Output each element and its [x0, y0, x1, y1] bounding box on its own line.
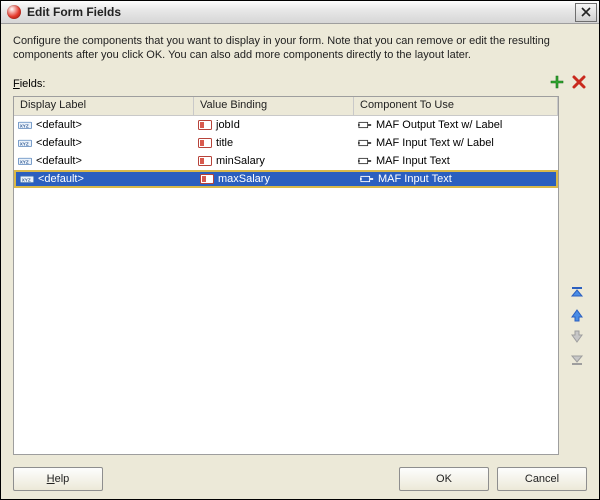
component-icon	[360, 173, 374, 185]
col-display-label[interactable]: Display Label	[14, 97, 194, 115]
svg-text:XYZ: XYZ	[22, 177, 31, 182]
value-binding-text: title	[216, 137, 233, 149]
display-label-text: <default>	[36, 155, 82, 167]
arrow-bottom-icon	[570, 352, 584, 366]
cell-value-binding: jobId	[194, 119, 354, 131]
value-binding-text: jobId	[216, 119, 240, 131]
svg-text:XYZ: XYZ	[20, 123, 29, 128]
cell-display-label: XYZ <default>	[14, 137, 194, 149]
arrow-top-icon	[570, 286, 584, 300]
cell-component: MAF Input Text w/ Label	[354, 137, 558, 149]
plus-icon	[549, 74, 565, 90]
svg-text:XYZ: XYZ	[20, 159, 29, 164]
reorder-toolbar	[567, 96, 587, 455]
component-text: MAF Input Text	[376, 155, 450, 167]
col-value-binding[interactable]: Value Binding	[194, 97, 354, 115]
binding-icon	[198, 155, 212, 167]
text-field-icon: XYZ	[18, 137, 32, 149]
value-binding-text: minSalary	[216, 155, 265, 167]
cell-value-binding: minSalary	[194, 155, 354, 167]
display-label-text: <default>	[38, 173, 84, 185]
add-field-button[interactable]	[549, 74, 565, 90]
col-component[interactable]: Component To Use	[354, 97, 558, 115]
fields-header-row: Fields:	[13, 74, 587, 90]
cell-value-binding: maxSalary	[196, 173, 356, 185]
arrow-up-icon	[570, 308, 584, 322]
value-binding-text: maxSalary	[218, 173, 270, 185]
dialog-window: Edit Form Fields Configure the component…	[0, 0, 600, 500]
table-body: XYZ <default> jobId MAF Output Text w/ Labe…	[14, 116, 558, 454]
x-icon	[571, 74, 587, 90]
cell-display-label: XYZ <default>	[16, 173, 196, 185]
component-icon	[358, 119, 372, 131]
table-row[interactable]: XYZ <default> minSalary MAF Input Text	[14, 152, 558, 170]
arrow-down-icon	[570, 330, 584, 344]
cell-component: MAF Output Text w/ Label	[354, 119, 558, 131]
binding-icon	[198, 137, 212, 149]
fields-label: Fields:	[13, 78, 45, 90]
table-area: Display Label Value Binding Component To…	[13, 96, 587, 455]
right-buttons: OK Cancel	[399, 467, 587, 491]
help-button[interactable]: Help	[13, 467, 103, 491]
component-text: MAF Output Text w/ Label	[376, 119, 502, 131]
move-up-button[interactable]	[568, 306, 586, 324]
app-icon	[7, 5, 21, 19]
move-top-button[interactable]	[568, 284, 586, 302]
button-bar: Help OK Cancel	[13, 461, 587, 491]
cell-component: MAF Input Text	[354, 155, 558, 167]
text-field-icon: XYZ	[18, 119, 32, 131]
component-icon	[358, 155, 372, 167]
add-remove-toolbar	[549, 74, 587, 90]
display-label-text: <default>	[36, 119, 82, 131]
ok-button[interactable]: OK	[399, 467, 489, 491]
close-button[interactable]	[575, 3, 597, 22]
title-bar: Edit Form Fields	[1, 1, 599, 24]
table-row[interactable]: XYZ <default> jobId MAF Output Text w/ Labe…	[14, 116, 558, 134]
cell-display-label: XYZ <default>	[14, 119, 194, 131]
remove-field-button[interactable]	[571, 74, 587, 90]
cell-component: MAF Input Text	[356, 173, 556, 185]
window-title: Edit Form Fields	[27, 5, 569, 19]
table-row[interactable]: XYZ <default> maxSalary MAF Input Text	[14, 170, 558, 188]
cancel-button[interactable]: Cancel	[497, 467, 587, 491]
cell-display-label: XYZ <default>	[14, 155, 194, 167]
display-label-text: <default>	[36, 137, 82, 149]
dialog-content: Configure the components that you want t…	[1, 24, 599, 499]
binding-icon	[200, 173, 214, 185]
move-bottom-button[interactable]	[568, 350, 586, 368]
close-icon	[581, 7, 591, 17]
svg-text:XYZ: XYZ	[20, 141, 29, 146]
text-field-icon: XYZ	[18, 155, 32, 167]
table-row[interactable]: XYZ <default> title MAF Input Text w/ Label	[14, 134, 558, 152]
text-field-icon: XYZ	[20, 173, 34, 185]
binding-icon	[198, 119, 212, 131]
component-icon	[358, 137, 372, 149]
fields-table[interactable]: Display Label Value Binding Component To…	[13, 96, 559, 455]
cell-value-binding: title	[194, 137, 354, 149]
instructions-text: Configure the components that you want t…	[13, 34, 587, 62]
component-text: MAF Input Text w/ Label	[376, 137, 494, 149]
component-text: MAF Input Text	[378, 173, 452, 185]
move-down-button[interactable]	[568, 328, 586, 346]
table-header: Display Label Value Binding Component To…	[14, 97, 558, 116]
